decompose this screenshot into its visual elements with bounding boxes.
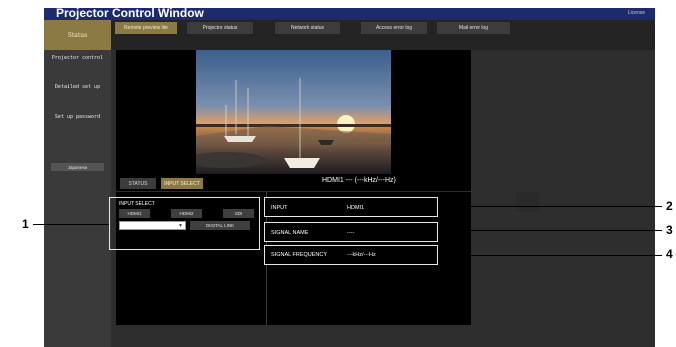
input-select-title: INPUT SELECT: [119, 201, 155, 207]
sidebar-item-projector-control[interactable]: Projector control: [44, 55, 111, 62]
tab-access-error-log[interactable]: Access error log: [361, 22, 427, 34]
callout-4: 4: [666, 247, 673, 261]
chevron-down-icon: ▼: [178, 223, 183, 229]
input-label: INPUT: [271, 205, 288, 211]
subtab-input-select[interactable]: INPUT SELECT: [161, 178, 203, 189]
remote-preview-panel: STATUS INPUT SELECT HDMI1 --- (---kHz/--…: [116, 50, 471, 191]
callout-2: 2: [666, 199, 673, 213]
sidebar-item-set-up-password[interactable]: Set up password: [44, 114, 111, 121]
tab-projector-status[interactable]: Projector status: [187, 22, 253, 34]
japanese-button[interactable]: Japanese: [51, 163, 104, 171]
signal-frequency-row: SIGNAL FREQUENCY ---kHz/---Hz: [264, 245, 438, 265]
signal-summary: HDMI1 --- (---kHz/---Hz): [322, 177, 396, 184]
subtab-status[interactable]: STATUS: [120, 178, 156, 189]
tab-remote-preview-lite[interactable]: Remote preview lite: [115, 22, 177, 34]
input-value: HDMI1: [347, 205, 365, 211]
tab-mail-error-log[interactable]: Mail error log: [437, 22, 510, 34]
callout-line-4: [438, 255, 662, 256]
app-title: Projector Control Window: [56, 8, 204, 20]
projector-control-window: Projector Control Window License Status …: [44, 8, 655, 347]
callout-3: 3: [666, 223, 673, 237]
sidebar-item-detailed-set-up[interactable]: Detailed set up: [44, 84, 111, 91]
callout-line-1: [33, 224, 109, 225]
title-bar: Projector Control Window License: [44, 8, 655, 20]
input-row: INPUT HDMI1: [264, 197, 438, 217]
signal-name-value: ----: [347, 230, 355, 236]
input-dropdown[interactable]: ▼: [119, 221, 186, 230]
tab-network-status[interactable]: Network status: [275, 22, 340, 34]
signal-frequency-label: SIGNAL FREQUENCY: [271, 252, 328, 258]
harbor-sunset-image: [196, 50, 391, 174]
callout-1: 1: [22, 217, 29, 231]
license-link[interactable]: License: [628, 10, 645, 16]
hdmi1-button[interactable]: HDMI1: [119, 209, 150, 218]
input-select-box: INPUT SELECT HDMI1 HDMI2 SDI ▼ DIGITAL L…: [109, 197, 260, 250]
signal-name-row: SIGNAL NAME ----: [264, 222, 438, 242]
tab-status[interactable]: Status: [44, 20, 111, 50]
signal-frequency-value: ---kHz/---Hz: [347, 252, 376, 258]
signal-name-label: SIGNAL NAME: [271, 230, 309, 236]
digital-link-button[interactable]: DIGITAL LINK: [190, 221, 250, 230]
sidebar: Projector control Detailed set up Set up…: [44, 50, 111, 347]
callout-line-3: [438, 230, 662, 231]
callout-line-2: [438, 206, 662, 207]
preview-image: [196, 50, 391, 174]
sdi-button[interactable]: SDI: [223, 209, 254, 218]
panel-edge: [516, 192, 539, 212]
top-nav: Status Remote preview lite Projector sta…: [44, 20, 655, 50]
hdmi2-button[interactable]: HDMI2: [171, 209, 202, 218]
